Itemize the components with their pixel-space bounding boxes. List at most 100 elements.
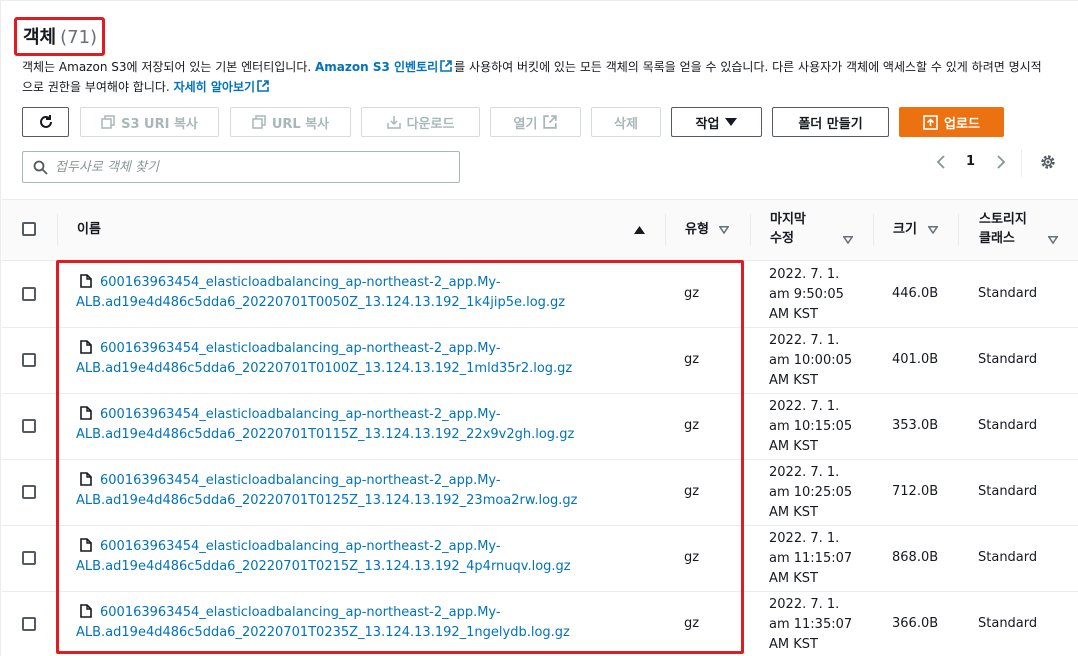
external-link-icon [440, 60, 452, 72]
row-checkbox[interactable] [22, 617, 36, 631]
download-button[interactable]: 다운로드 [361, 107, 480, 137]
page-title-text: 객체 [23, 27, 57, 48]
download-icon [386, 116, 401, 129]
gear-icon[interactable] [1039, 153, 1057, 171]
last-modified-line3: AM KST [769, 307, 818, 322]
table-row[interactable]: 600163963454_elasticloadbalancing_ap-nor… [2, 460, 1078, 526]
copy-s3-uri-label: S3 URI 복사 [121, 116, 198, 132]
column-header-name[interactable]: 이름 [77, 220, 101, 239]
pager-divider [1021, 149, 1022, 177]
table-row[interactable]: 600163963454_elasticloadbalancing_ap-nor… [2, 526, 1078, 592]
last-modified-line2: am 11:15:07 [769, 551, 853, 566]
object-name-link[interactable]: 600163963454_elasticloadbalancing_ap-nor… [76, 339, 676, 379]
object-name-line2: ALB.ad19e4d486c5dda6_20220701T0215Z_13.1… [76, 559, 571, 574]
last-modified-line3: AM KST [769, 439, 818, 454]
column-header-storage-class[interactable]: 스토리지 클래스 [979, 210, 1027, 248]
refresh-button[interactable] [22, 107, 69, 137]
object-name-line2: ALB.ad19e4d486c5dda6_20220701T0100Z_13.1… [76, 361, 573, 376]
objects-panel: 객체 (71) 객체는 Amazon S3에 저장되어 있는 기본 엔터티입니다.… [0, 0, 1078, 656]
object-count: (71) [60, 27, 98, 48]
last-modified-line2: am 11:35:07 [769, 617, 853, 632]
page-title: 객체 (71) [23, 23, 97, 49]
last-modified-line2: am 10:00:05 [769, 353, 853, 368]
copy-url-button[interactable]: URL 복사 [230, 107, 351, 137]
row-checkbox[interactable] [22, 485, 36, 499]
column-divider [873, 214, 874, 246]
object-name-line2: ALB.ad19e4d486c5dda6_20220701T0235Z_13.1… [76, 625, 570, 640]
object-name-line2: ALB.ad19e4d486c5dda6_20220701T0115Z_13.1… [76, 427, 575, 442]
column-header-size[interactable]: 크기 [893, 220, 917, 239]
select-all-checkbox[interactable] [22, 222, 36, 236]
last-modified-line3: AM KST [769, 571, 818, 586]
last-modified-line2: am 10:15:05 [769, 419, 853, 434]
object-name-link[interactable]: 600163963454_elasticloadbalancing_ap-nor… [76, 603, 676, 643]
storage-class: Standard [978, 616, 1038, 631]
last-modified: 2022. 7. 1. am 10:25:05 AM KST [769, 463, 864, 523]
column-header-modified-line1: 마지막 [770, 212, 806, 227]
object-size: 353.0B [892, 418, 939, 433]
file-icon [80, 274, 92, 288]
sort-icon[interactable] [719, 226, 729, 234]
upload-label: 업로드 [944, 116, 980, 132]
column-divider [958, 214, 959, 246]
table-row[interactable]: 600163963454_elasticloadbalancing_ap-nor… [2, 328, 1078, 394]
sort-ascending-icon[interactable] [634, 226, 645, 234]
row-checkbox[interactable] [22, 353, 36, 367]
object-type: gz [684, 352, 700, 367]
column-divider [665, 214, 666, 246]
last-modified-line3: AM KST [769, 373, 818, 388]
chevron-left-icon[interactable] [933, 154, 949, 170]
sort-icon[interactable] [843, 236, 853, 244]
row-checkbox[interactable] [22, 551, 36, 565]
last-modified: 2022. 7. 1. am 11:35:07 AM KST [769, 595, 864, 655]
current-page[interactable]: 1 [966, 154, 975, 169]
column-header-type[interactable]: 유형 [685, 220, 709, 239]
sort-icon[interactable] [928, 226, 938, 234]
object-name-link[interactable]: 600163963454_elasticloadbalancing_ap-nor… [76, 405, 676, 445]
chevron-right-icon[interactable] [993, 154, 1009, 170]
search-input[interactable] [55, 158, 445, 176]
sort-icon[interactable] [1048, 236, 1058, 244]
object-type: gz [684, 550, 700, 565]
search-box [22, 151, 460, 183]
last-modified-line2: am 10:25:05 [769, 485, 853, 500]
object-name-line1: 600163963454_elasticloadbalancing_ap-nor… [100, 341, 501, 356]
last-modified: 2022. 7. 1. am 10:15:05 AM KST [769, 397, 864, 457]
column-header-storage-line2: 클래스 [979, 231, 1015, 246]
refresh-icon [39, 115, 52, 128]
object-type: gz [684, 484, 700, 499]
upload-button[interactable]: 업로드 [899, 107, 1004, 137]
table-header: 이름 유형 마지막 수정 크기 스토리지 클래스 [2, 199, 1078, 261]
object-name-link[interactable]: 600163963454_elasticloadbalancing_ap-nor… [76, 471, 676, 511]
last-modified: 2022. 7. 1. am 9:50:05 AM KST [769, 265, 864, 325]
delete-button[interactable]: 삭제 [591, 107, 661, 137]
row-checkbox[interactable] [22, 419, 36, 433]
copy-s3-uri-button[interactable]: S3 URI 복사 [80, 107, 219, 137]
open-button[interactable]: 열기 [490, 107, 581, 137]
actions-dropdown[interactable]: 작업 [671, 107, 762, 137]
column-header-modified[interactable]: 마지막 수정 [770, 210, 806, 248]
object-name-link[interactable]: 600163963454_elasticloadbalancing_ap-nor… [76, 273, 676, 313]
file-icon [80, 340, 92, 354]
description: 객체는 Amazon S3에 저장되어 있는 기본 엔터티입니다. Amazon… [22, 57, 1052, 97]
column-divider [57, 214, 58, 246]
last-modified-line3: AM KST [769, 505, 818, 520]
inventory-link[interactable]: Amazon S3 인벤토리 [315, 60, 438, 74]
object-size: 712.0B [892, 484, 939, 499]
create-folder-button[interactable]: 폴더 만들기 [772, 107, 889, 137]
open-label: 열기 [513, 116, 538, 132]
column-divider [750, 214, 751, 246]
table-row[interactable]: 600163963454_elasticloadbalancing_ap-nor… [2, 262, 1078, 328]
description-text-1: 객체는 Amazon S3에 저장되어 있는 기본 엔터티입니다. [22, 60, 315, 74]
file-icon [80, 538, 92, 552]
table-row[interactable]: 600163963454_elasticloadbalancing_ap-nor… [2, 592, 1078, 656]
column-header-modified-line2: 수정 [770, 231, 794, 246]
object-name-link[interactable]: 600163963454_elasticloadbalancing_ap-nor… [76, 537, 676, 577]
storage-class: Standard [978, 352, 1038, 367]
object-name-line2: ALB.ad19e4d486c5dda6_20220701T0050Z_13.1… [76, 295, 566, 310]
actions-label: 작업 [695, 116, 720, 132]
row-checkbox[interactable] [22, 287, 36, 301]
table-row[interactable]: 600163963454_elasticloadbalancing_ap-nor… [2, 394, 1078, 460]
learn-more-link[interactable]: 자세히 알아보기 [174, 80, 255, 94]
last-modified-line1: 2022. 7. 1. [769, 531, 840, 546]
